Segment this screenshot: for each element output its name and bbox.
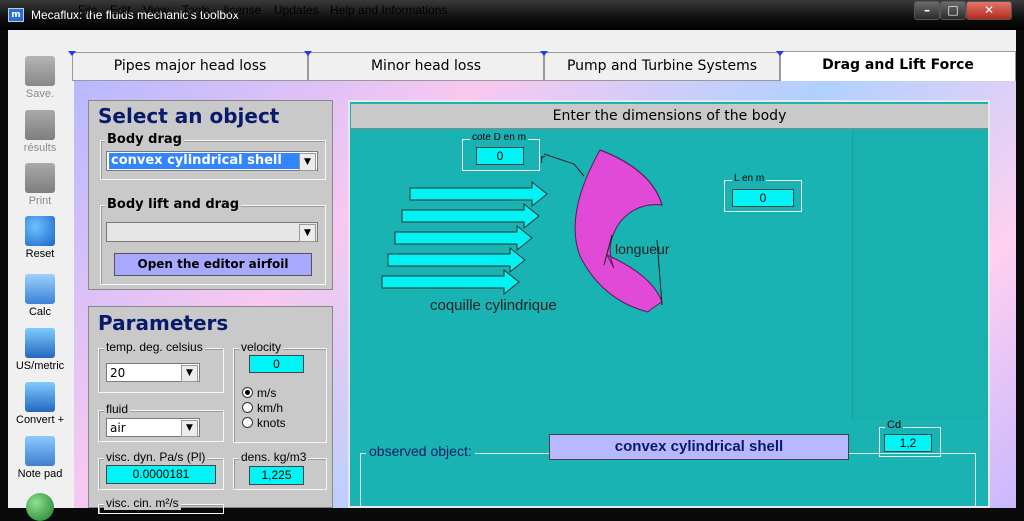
tab-minor-head-loss[interactable]: Minor head loss — [308, 52, 544, 81]
calc-tool-label: Calc — [28, 306, 51, 318]
radio-icon — [242, 417, 253, 428]
save-icon — [25, 56, 55, 86]
reset-tool-label: Reset — [25, 248, 55, 260]
tab-marker — [540, 51, 548, 56]
observed-value: convex cylindrical shell — [549, 434, 849, 460]
menu-help[interactable]: Help and Informations — [330, 3, 447, 17]
print-tool[interactable]: Print — [8, 163, 72, 207]
chevron-down-icon[interactable]: ▼ — [181, 365, 198, 382]
chevron-down-icon[interactable]: ▼ — [299, 224, 316, 242]
menu-file[interactable]: File — [78, 3, 97, 17]
notepad-tool[interactable]: Note pad — [8, 436, 72, 480]
us-metric-tool[interactable]: US/metric — [8, 328, 72, 372]
flow-arrow — [381, 268, 520, 296]
radius-leader-line — [543, 153, 585, 177]
minimize-button[interactable]: – — [914, 1, 940, 20]
tab-drag-lift-force[interactable]: Drag and Lift Force — [780, 51, 1016, 82]
density-input[interactable]: 1,225 — [249, 466, 304, 485]
observed-label: observed object: — [366, 443, 475, 459]
temp-value: 20 — [110, 366, 126, 380]
visc-dyn-label: visc. dyn. Pa/s (Pl) — [104, 450, 208, 464]
unit-knots-label: knots — [257, 416, 286, 430]
calc-tool[interactable]: Calc — [8, 274, 72, 318]
flow-arrow — [387, 246, 526, 274]
visc-dyn-input[interactable]: 0.0000181 — [106, 465, 216, 484]
right-strip — [852, 130, 988, 420]
save-tool-label: Save. — [25, 88, 55, 100]
fluid-select[interactable]: air ▼ — [106, 418, 200, 437]
cd-value: 1,2 — [884, 434, 932, 452]
shell-diagram: longueur coquille cylindrique — [381, 149, 670, 314]
menu-license[interactable]: license — [224, 3, 261, 17]
tab-marker — [776, 51, 784, 56]
reset-tool[interactable]: Reset — [8, 216, 72, 260]
longueur-label: longueur — [615, 241, 670, 257]
parameters-title: Parameters — [98, 311, 229, 335]
tab-marker — [68, 51, 76, 56]
unit-kmh-label: km/h — [257, 401, 284, 415]
open-editor-airfoil-button[interactable]: Open the editor airfoil — [114, 253, 312, 276]
tab-marker — [304, 51, 312, 56]
diagram-caption: coquille cylindrique — [430, 297, 557, 314]
computer-icon — [25, 328, 55, 358]
app-icon: m — [8, 8, 24, 22]
results-tool-label: résults — [23, 142, 57, 154]
menu-tools[interactable]: Tools — [182, 3, 210, 17]
fluid-label: fluid — [104, 402, 131, 416]
notepad-tool-label: Note pad — [17, 468, 63, 480]
body-lift-select[interactable]: ▼ — [106, 222, 318, 242]
convert-tool-label: Convert + — [16, 414, 64, 426]
body-drag-label: Body drag — [105, 132, 184, 147]
body-drag-select[interactable]: convex cylindrical shell ▼ — [106, 151, 318, 171]
reset-icon — [25, 216, 55, 246]
body-lift-label: Body lift and drag — [105, 197, 242, 212]
close-button[interactable]: ✕ — [966, 1, 1012, 20]
chevron-down-icon[interactable]: ▼ — [299, 153, 316, 171]
unit-ms-radio[interactable]: m/s — [242, 386, 276, 400]
results-tool[interactable]: résults — [8, 110, 72, 154]
computer-convert-icon — [25, 382, 55, 412]
radio-icon — [242, 402, 253, 413]
printer-icon — [25, 163, 55, 193]
convert-tool[interactable]: Convert + — [8, 382, 72, 426]
menu-edit[interactable]: Edit — [110, 3, 131, 17]
temp-label: temp. deg. celsius — [104, 340, 205, 354]
flow-arrow — [409, 180, 548, 208]
menu-updates[interactable]: Updates — [274, 3, 319, 17]
menu-bar — [8, 31, 1016, 51]
tab-pipes-major-head-loss[interactable]: Pipes major head loss — [72, 52, 308, 81]
cd-label: Cd — [885, 419, 904, 431]
radio-selected-icon — [242, 387, 253, 398]
velocity-input[interactable]: 0 — [249, 355, 304, 373]
flow-arrow — [401, 202, 540, 230]
observed-group — [360, 453, 976, 508]
select-object-title: Select an object — [98, 104, 280, 128]
calculator-icon — [25, 274, 55, 304]
printer-results-icon — [25, 110, 55, 140]
unit-kmh-radio[interactable]: km/h — [242, 401, 283, 415]
fluid-value: air — [110, 421, 126, 435]
maximize-button[interactable]: □ — [940, 1, 966, 20]
notepad-icon — [25, 436, 55, 466]
us-metric-tool-label: US/metric — [15, 360, 65, 372]
menu-view[interactable]: View — [143, 3, 169, 17]
flow-arrow — [394, 224, 533, 252]
dimensions-header: Enter the dimensions of the body — [351, 104, 988, 129]
body-drag-value: convex cylindrical shell — [109, 153, 299, 169]
chevron-down-icon[interactable]: ▼ — [181, 420, 198, 437]
temp-select[interactable]: 20 ▼ — [106, 363, 200, 382]
print-tool-label: Print — [28, 195, 52, 207]
globe-icon[interactable] — [26, 493, 54, 521]
save-tool[interactable]: Save. — [8, 56, 72, 100]
unit-knots-radio[interactable]: knots — [242, 416, 286, 430]
velocity-label: velocity — [239, 340, 284, 354]
cylindrical-shell-shape — [574, 149, 663, 313]
tab-pump-turbine[interactable]: Pump and Turbine Systems — [544, 52, 780, 81]
unit-ms-label: m/s — [257, 386, 277, 400]
density-label: dens. kg/m3 — [239, 450, 309, 464]
